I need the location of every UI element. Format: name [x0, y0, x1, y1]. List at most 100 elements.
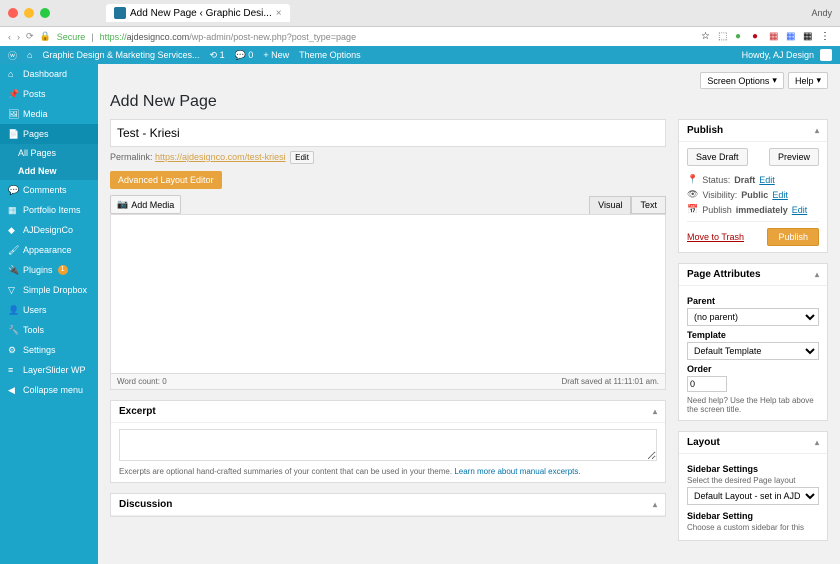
- layout-select[interactable]: Default Layout - set in AJDesign...: [687, 487, 819, 505]
- ext-icon[interactable]: ▦: [786, 31, 798, 43]
- sidebar-item-ajdesignco[interactable]: ◆AJDesignCo: [0, 220, 98, 240]
- save-draft-button[interactable]: Save Draft: [687, 148, 748, 166]
- toggle-icon[interactable]: ▴: [815, 126, 819, 135]
- move-to-trash-link[interactable]: Move to Trash: [687, 232, 744, 242]
- sidebar-item-pages[interactable]: 📄Pages: [0, 124, 98, 144]
- chevron-down-icon: ▾: [772, 75, 777, 86]
- theme-options[interactable]: Theme Options: [299, 50, 361, 60]
- draft-saved-time: Draft saved at 11:11:01 am.: [561, 377, 659, 386]
- advanced-layout-button[interactable]: Advanced Layout Editor: [110, 171, 222, 189]
- admin-sidebar: ⌂Dashboard 📌Posts 🖼Media 📄Pages All Page…: [0, 64, 98, 564]
- new-content[interactable]: + New: [263, 50, 289, 60]
- sidebar-item-portfolio[interactable]: ▦Portfolio Items: [0, 200, 98, 220]
- sidebar-item-media[interactable]: 🖼Media: [0, 104, 98, 124]
- order-input[interactable]: [687, 376, 727, 392]
- reload-icon[interactable]: ⟳: [26, 31, 34, 42]
- edit-visibility-link[interactable]: Edit: [772, 190, 788, 200]
- post-title-input[interactable]: [110, 119, 666, 147]
- url-field[interactable]: https://ajdesignco.com/wp-admin/post-new…: [100, 32, 695, 42]
- site-home-icon[interactable]: ⌂: [27, 50, 32, 60]
- media-icon: 🖼: [8, 109, 18, 119]
- permalink-edit-button[interactable]: Edit: [290, 151, 314, 164]
- toggle-icon[interactable]: ▴: [815, 270, 819, 279]
- sidebar-item-layerslider[interactable]: ≡LayerSlider WP: [0, 360, 98, 380]
- collapse-icon: ◀: [8, 385, 18, 395]
- secure-label: Secure: [57, 32, 86, 42]
- excerpt-learn-link[interactable]: Learn more about manual excerpts.: [454, 467, 580, 476]
- extension-icons: ☆ ⬚ ● ● ▦ ▦ ▦ ⋮: [701, 31, 832, 43]
- edit-status-link[interactable]: Edit: [759, 175, 775, 185]
- plugin-icon: 🔌: [8, 265, 18, 275]
- sidebar-item-appearance[interactable]: 🖌Appearance: [0, 240, 98, 260]
- preview-button[interactable]: Preview: [769, 148, 819, 166]
- discussion-metabox: Discussion ▴: [110, 493, 666, 517]
- pinterest-icon[interactable]: ●: [752, 31, 764, 43]
- page-heading: Add New Page: [110, 93, 828, 111]
- discussion-title: Discussion: [119, 499, 172, 510]
- key-icon: 📍: [687, 174, 698, 185]
- sidebar-item-posts[interactable]: 📌Posts: [0, 84, 98, 104]
- edit-schedule-link[interactable]: Edit: [792, 205, 808, 215]
- permalink-row: Permalink: https://ajdesignco.com/test-k…: [110, 151, 666, 164]
- star-icon[interactable]: ☆: [701, 31, 713, 43]
- users-icon: 👤: [8, 305, 18, 315]
- permalink-link[interactable]: https://ajdesignco.com/test-kriesi: [155, 152, 286, 162]
- brush-icon: 🖌: [8, 245, 18, 255]
- sidebar-sub-add-new[interactable]: Add New: [0, 162, 98, 180]
- ext-icon[interactable]: ▦: [769, 31, 781, 43]
- publish-button[interactable]: Publish: [767, 228, 819, 246]
- ext-icon[interactable]: ▦: [803, 31, 815, 43]
- sidebar-item-comments[interactable]: 💬Comments: [0, 180, 98, 200]
- sidebar-item-plugins[interactable]: 🔌Plugins1: [0, 260, 98, 280]
- add-media-button[interactable]: 📷Add Media: [110, 195, 181, 214]
- camera-icon: 📷: [117, 199, 128, 210]
- content-editor[interactable]: [110, 214, 666, 374]
- sidebar-collapse[interactable]: ◀Collapse menu: [0, 380, 98, 400]
- sidebar-sub-all-pages[interactable]: All Pages: [0, 144, 98, 162]
- address-bar: ‹ › ⟳ 🔒 Secure | https://ajdesignco.com/…: [0, 26, 840, 46]
- layout-metabox: Layout▴ Sidebar Settings Select the desi…: [678, 431, 828, 541]
- toggle-icon[interactable]: ▴: [653, 500, 657, 509]
- sidebar-item-settings[interactable]: ⚙Settings: [0, 340, 98, 360]
- updates-icon[interactable]: ⟲ 1: [210, 50, 225, 61]
- wp-logo-icon[interactable]: ⓦ: [8, 49, 17, 62]
- close-window[interactable]: [8, 8, 18, 18]
- screen-options-button[interactable]: Screen Options▾: [700, 72, 784, 89]
- excerpt-title: Excerpt: [119, 406, 156, 417]
- dropbox-icon: ▽: [8, 285, 18, 295]
- avatar-icon[interactable]: [820, 49, 832, 61]
- sidebar-item-tools[interactable]: 🔧Tools: [0, 320, 98, 340]
- eye-icon: 👁: [687, 189, 698, 200]
- editor-tab-visual[interactable]: Visual: [589, 196, 631, 214]
- back-icon[interactable]: ‹: [8, 32, 11, 42]
- help-button[interactable]: Help▾: [788, 72, 828, 89]
- howdy-user[interactable]: Howdy, AJ Design: [742, 50, 814, 60]
- toggle-icon[interactable]: ▴: [653, 407, 657, 416]
- maximize-window[interactable]: [40, 8, 50, 18]
- main-content: Screen Options▾ Help▾ Add New Page Perma…: [98, 64, 840, 564]
- close-tab-icon[interactable]: ×: [276, 8, 282, 19]
- toggle-icon[interactable]: ▴: [815, 438, 819, 447]
- sidebar-item-dashboard[interactable]: ⌂Dashboard: [0, 64, 98, 84]
- ext-icon[interactable]: ⬚: [718, 31, 730, 43]
- ext-icon[interactable]: ●: [735, 31, 747, 43]
- forward-icon[interactable]: ›: [17, 32, 20, 42]
- browser-chrome: Add New Page ‹ Graphic Desi... × Andy: [0, 0, 840, 26]
- layers-icon: ≡: [8, 365, 18, 375]
- minimize-window[interactable]: [24, 8, 34, 18]
- browser-user[interactable]: Andy: [811, 8, 832, 18]
- update-badge: 1: [58, 265, 68, 275]
- menu-icon[interactable]: ⋮: [820, 31, 832, 43]
- chevron-down-icon: ▾: [816, 75, 821, 86]
- browser-tab[interactable]: Add New Page ‹ Graphic Desi... ×: [106, 4, 290, 22]
- sidebar-item-dropbox[interactable]: ▽Simple Dropbox: [0, 280, 98, 300]
- comments-icon[interactable]: 💬 0: [235, 50, 254, 61]
- sidebar-item-users[interactable]: 👤Users: [0, 300, 98, 320]
- template-select[interactable]: Default Template: [687, 342, 819, 360]
- excerpt-textarea[interactable]: [119, 429, 657, 461]
- tools-icon: 🔧: [8, 325, 18, 335]
- editor-tab-text[interactable]: Text: [631, 196, 666, 214]
- portfolio-icon: ▦: [8, 205, 18, 215]
- parent-select[interactable]: (no parent): [687, 308, 819, 326]
- site-name[interactable]: Graphic Design & Marketing Services...: [42, 50, 199, 60]
